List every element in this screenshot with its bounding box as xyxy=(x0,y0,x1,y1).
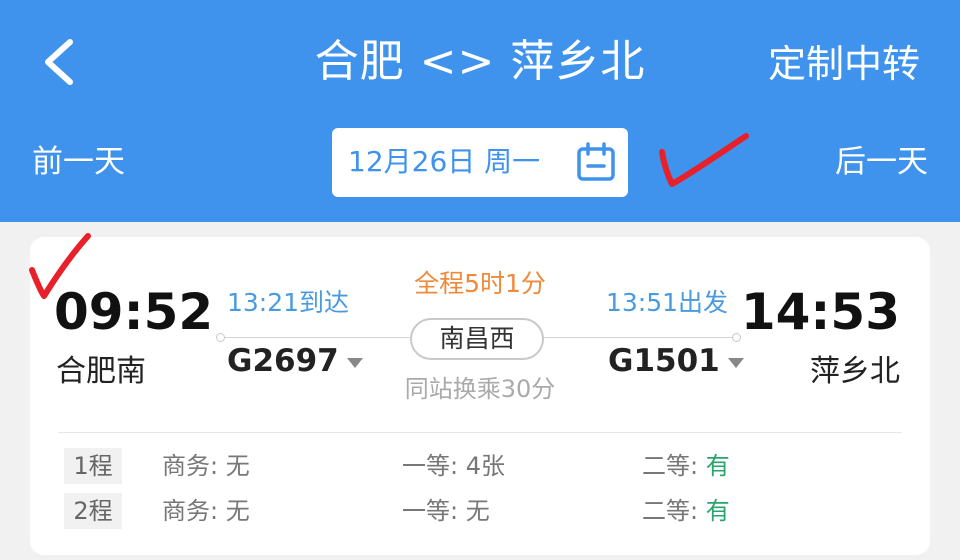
top-bar: 合肥 <> 萍乡北 定制中转 前一天 12月26日 周一 后一天 xyxy=(0,0,960,222)
next-day-button[interactable]: 后一天 xyxy=(835,142,928,182)
divider xyxy=(58,432,902,433)
date-label: 12月26日 周一 xyxy=(348,145,541,178)
caret-down-icon xyxy=(727,357,744,368)
leg2-train-selector[interactable]: G1501 xyxy=(608,341,744,381)
calendar-icon xyxy=(577,142,615,181)
leg2-departure-time: 13:51出发 xyxy=(606,288,729,317)
leg2-badge: 2程 xyxy=(64,493,122,529)
transfer-station: 南昌西 xyxy=(410,318,544,360)
leg2-train-number: G1501 xyxy=(608,343,720,379)
leg1-train-selector[interactable]: G2697 xyxy=(227,341,363,381)
leg2-first-class-seats: 一等: 无 xyxy=(402,497,490,525)
custom-transfer-button[interactable]: 定制中转 xyxy=(768,40,920,88)
prev-day-button[interactable]: 前一天 xyxy=(32,142,125,182)
caret-down-icon xyxy=(346,357,363,368)
transfer-note: 同站换乘30分 xyxy=(404,375,556,403)
leg1-arrival-time: 13:21到达 xyxy=(227,288,350,317)
date-picker[interactable]: 12月26日 周一 xyxy=(332,128,628,197)
leg1-train-number: G2697 xyxy=(227,343,339,379)
leg1-first-class-seats: 一等: 4张 xyxy=(402,452,505,480)
transfer-card[interactable]: 09:52 合肥南 全程5时1分 13:21到达 13:51出发 南昌西 同站换… xyxy=(30,237,930,555)
arrival-time: 14:53 xyxy=(740,283,900,341)
leg1-second-class-seats: 二等: 有 xyxy=(642,452,730,480)
leg1-business-seats: 商务: 无 xyxy=(162,452,250,480)
arrival-station: 萍乡北 xyxy=(810,354,900,389)
leg1-badge: 1程 xyxy=(64,448,122,484)
route-start-dot xyxy=(216,333,225,342)
leg2-business-seats: 商务: 无 xyxy=(162,497,250,525)
leg2-second-class-seats: 二等: 有 xyxy=(642,497,730,525)
